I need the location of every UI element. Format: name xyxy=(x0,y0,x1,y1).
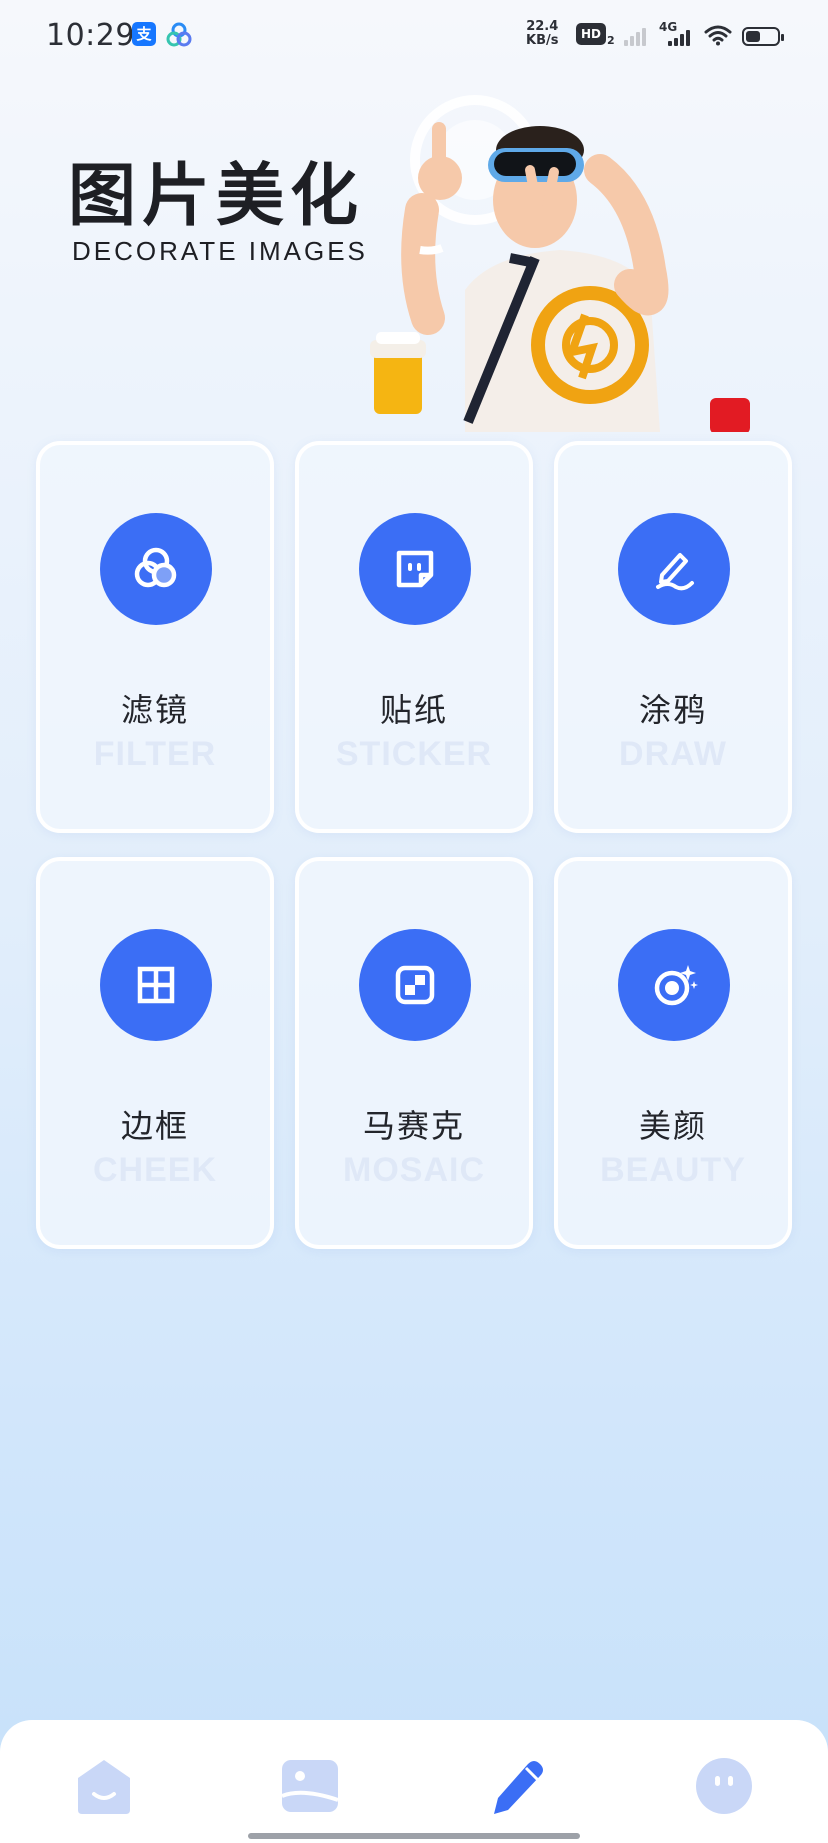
signal-sim2-icon xyxy=(668,28,690,46)
battery-icon xyxy=(742,27,784,46)
edit-icon xyxy=(494,1761,543,1814)
tool-card-filter[interactable]: 滤镜 FILTER xyxy=(36,441,274,833)
hero-illustration xyxy=(360,90,780,434)
gallery-icon xyxy=(281,1760,339,1812)
alipay-icon: 支 xyxy=(132,22,156,46)
bottom-nav xyxy=(0,1720,828,1843)
tool-label: 滤镜 xyxy=(120,691,189,729)
wifi-icon xyxy=(704,24,732,46)
nav-profile[interactable] xyxy=(692,1754,756,1818)
tool-label: 马赛克 xyxy=(362,1107,465,1145)
app-notification-icon xyxy=(166,22,192,48)
status-bar: 10:29 支 22.4 KB/s HD 2 4G xyxy=(0,0,828,76)
hd-voice-sub: 2 xyxy=(607,34,615,47)
home-icon xyxy=(78,1760,130,1814)
tool-card-sticker[interactable]: 贴纸 STICKER xyxy=(295,441,533,833)
tool-label: 美颜 xyxy=(638,1107,707,1145)
nav-gallery[interactable] xyxy=(278,1754,342,1818)
nav-edit[interactable] xyxy=(486,1754,550,1818)
signal-sim1-icon xyxy=(624,24,646,46)
network-speed-value: 22.4 xyxy=(526,19,559,34)
tool-grid: 滤镜 FILTER 贴纸 STICKER 涂鸦 DRAW 边框 CHEEK 马赛… xyxy=(36,441,792,1249)
network-speed-unit: KB/s xyxy=(526,33,559,48)
tool-label: 涂鸦 xyxy=(638,691,707,729)
coffee-cup-illustration xyxy=(370,332,426,414)
sticker-icon xyxy=(359,513,471,625)
tool-label: 贴纸 xyxy=(379,691,448,729)
network-speed: 22.4 KB/s xyxy=(526,20,558,48)
tool-card-mosaic[interactable]: 马赛克 MOSAIC xyxy=(295,857,533,1249)
home-indicator[interactable] xyxy=(248,1833,580,1839)
beauty-icon xyxy=(618,929,730,1041)
tool-card-beauty[interactable]: 美颜 BEAUTY xyxy=(554,857,792,1249)
tool-label-en: DRAW xyxy=(619,735,727,773)
tool-label-en: FILTER xyxy=(93,735,217,773)
tool-card-frame[interactable]: 边框 CHEEK xyxy=(36,857,274,1249)
tool-label-en: BEAUTY xyxy=(600,1151,746,1189)
filter-icon xyxy=(100,513,212,625)
nav-home[interactable] xyxy=(72,1754,136,1818)
draw-icon xyxy=(618,513,730,625)
tool-label-en: MOSAIC xyxy=(343,1151,485,1189)
battery-fill xyxy=(746,31,760,42)
tool-label-en: CHEEK xyxy=(92,1151,218,1189)
frame-icon xyxy=(100,929,212,1041)
tool-label-en: STICKER xyxy=(335,735,493,773)
mosaic-icon xyxy=(359,929,471,1041)
page-title: 图片美化 xyxy=(68,157,365,236)
page-subtitle: DECORATE IMAGES xyxy=(72,236,368,266)
tool-label: 边框 xyxy=(120,1107,189,1145)
hd-voice-icon: HD xyxy=(576,23,606,45)
tool-card-draw[interactable]: 涂鸦 DRAW xyxy=(554,441,792,833)
profile-icon xyxy=(696,1758,752,1814)
status-time: 10:29 xyxy=(46,18,135,53)
